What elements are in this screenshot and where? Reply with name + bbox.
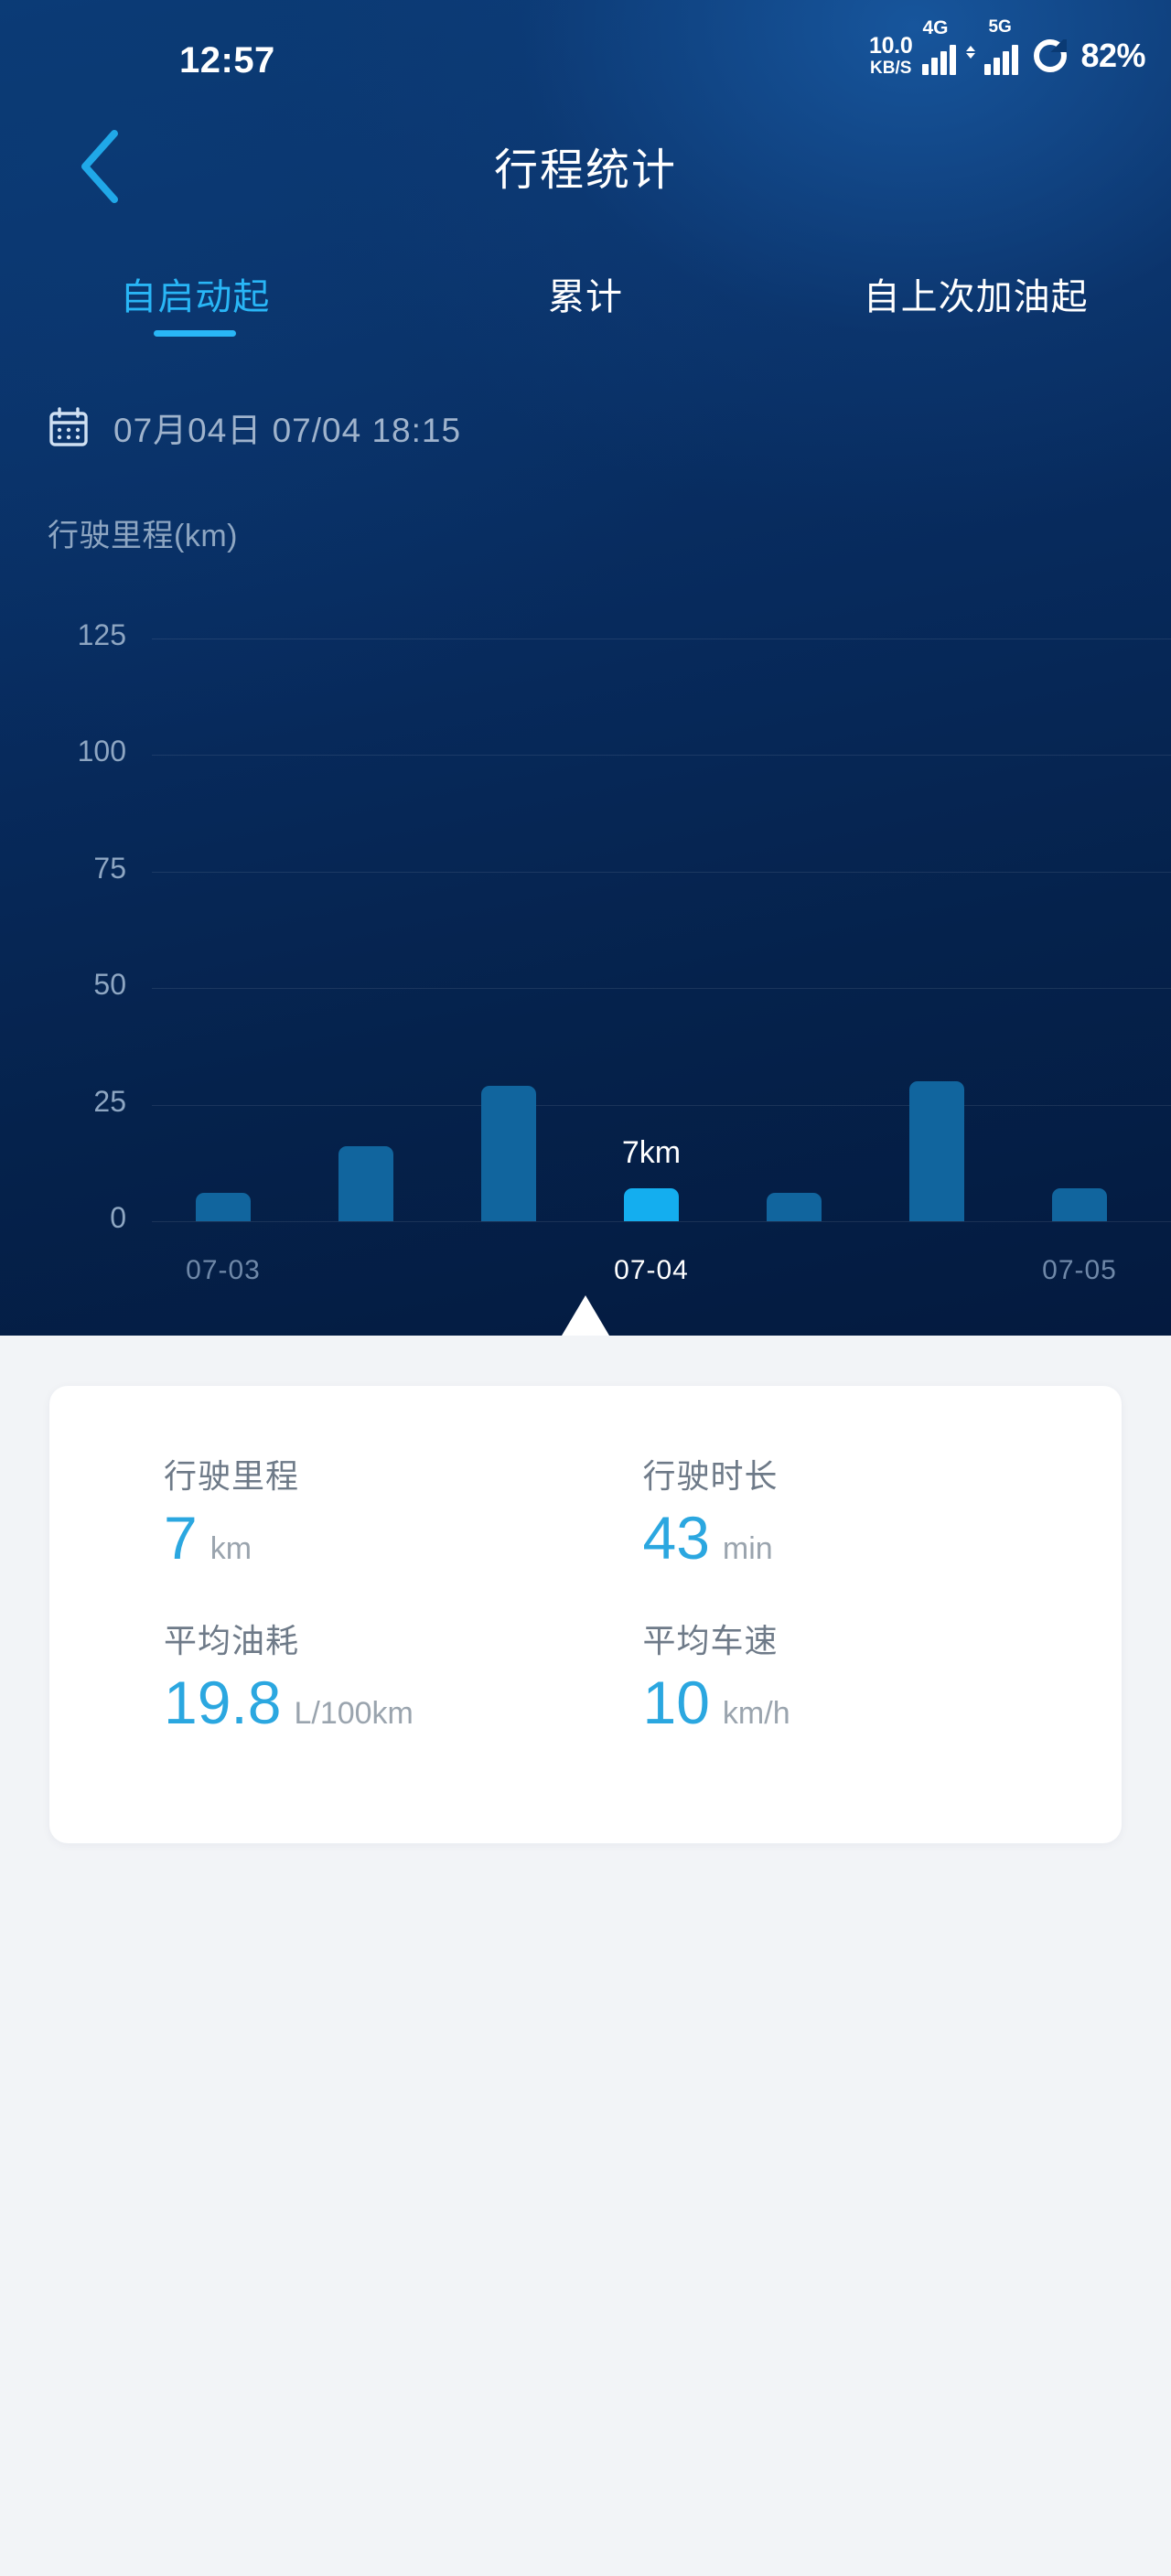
stat-item: 行驶里程 7 km	[164, 1450, 643, 1615]
date-range-label: 07月04日 07/04 18:15	[113, 412, 462, 449]
status-bar: 12:57 10.0 KB/S 4G 5G 82%	[0, 0, 1171, 102]
stat-label: 平均车速	[642, 1622, 779, 1659]
data-transfer-arrows-icon	[966, 46, 976, 59]
arrow-down-icon	[966, 53, 976, 59]
calendar-icon	[48, 406, 90, 448]
stat-value: 7	[164, 1504, 198, 1572]
status-bar-clock: 12:57	[179, 40, 275, 80]
stat-item: 平均车速 10 km/h	[643, 1615, 1123, 1779]
chart-bars-layer: 7km	[0, 585, 1171, 1221]
stat-label: 行驶时长	[642, 1457, 779, 1495]
battery-icon	[1034, 39, 1068, 72]
stat-value-row: 43 min	[642, 1504, 1123, 1572]
stat-label: 行驶里程	[164, 1457, 300, 1495]
stat-unit: min	[722, 1531, 773, 1566]
stat-value-row: 7 km	[164, 1504, 643, 1572]
tab-since-startup[interactable]: 自启动起	[0, 260, 391, 320]
tab-cumulative[interactable]: 累计	[391, 260, 781, 320]
network-speed-value: 10.0	[868, 33, 913, 59]
x-axis-tick-label: 07-04	[614, 1255, 689, 1285]
chart-bar[interactable]	[767, 1193, 822, 1221]
tab-bar: 自启动起 累计 自上次加油起	[0, 260, 1171, 360]
stat-value-row: 19.8 L/100km	[164, 1669, 643, 1736]
selected-day-pointer-icon	[562, 1295, 609, 1336]
signal-bars-icon-sim2: 5G	[984, 18, 1019, 75]
battery-percent-label: 82%	[1080, 37, 1145, 74]
chart-bar[interactable]	[1052, 1188, 1107, 1221]
chart-title: 行驶里程(km)	[48, 519, 238, 553]
chart-bar[interactable]	[624, 1188, 679, 1221]
stat-value: 19.8	[164, 1669, 282, 1736]
stat-value-row: 10 km/h	[642, 1669, 1123, 1736]
stat-unit: km	[209, 1531, 252, 1566]
selected-bar-value-label: 7km	[621, 1135, 682, 1171]
page-title: 行程统计	[493, 146, 677, 195]
network-speed-indicator: 10.0 KB/S	[868, 33, 913, 78]
tab-since-last-refuel[interactable]: 自上次加油起	[780, 260, 1171, 320]
stat-value: 10	[642, 1669, 710, 1736]
stat-unit: L/100km	[294, 1696, 414, 1731]
stat-label: 平均油耗	[164, 1622, 300, 1659]
arrow-up-icon	[966, 46, 976, 51]
stats-section: 行驶里程 7 km 行驶时长 43 min 平均油耗 19.8 L/100km 平均车速 10 km/…	[0, 1336, 1171, 2576]
gridline-rule	[152, 1221, 1171, 1222]
network-type-label-sim1: 4G	[922, 16, 949, 38]
network-speed-unit: KB/S	[870, 59, 912, 78]
stat-item: 平均油耗 19.8 L/100km	[164, 1615, 643, 1779]
mileage-bar-chart[interactable]: 0 25 50 75 100 125 7km	[0, 585, 1171, 1244]
stat-value: 43	[642, 1504, 710, 1572]
chart-gridline: 0	[0, 1201, 1171, 1234]
x-axis-tick-label: 07-03	[186, 1255, 261, 1285]
signal-bars-icon-sim1: 4G	[922, 18, 957, 75]
chart-bar[interactable]	[196, 1193, 251, 1221]
signal-strength-icon-sim2	[984, 44, 1019, 75]
navigation-bar: 行程统计	[0, 102, 1171, 231]
stat-unit: km/h	[722, 1696, 790, 1731]
x-axis-tick-label: 07-05	[1042, 1255, 1117, 1285]
stat-item: 行驶时长 43 min	[643, 1450, 1123, 1615]
signal-strength-icon-sim1	[922, 44, 957, 75]
stat-grid: 行驶里程 7 km 行驶时长 43 min 平均油耗 19.8 L/100km 平均车速 10 km/…	[49, 1386, 1122, 1843]
chart-bar[interactable]	[909, 1081, 964, 1221]
trip-summary-card: 行驶里程 7 km 行驶时长 43 min 平均油耗 19.8 L/100km 平均车速 10 km/…	[49, 1386, 1122, 1843]
date-selector-row[interactable]: 07月04日 07/04 18:15	[48, 402, 461, 452]
chart-bar[interactable]	[481, 1086, 536, 1221]
chart-bar[interactable]	[338, 1146, 393, 1221]
network-type-label-sim2: 5G	[988, 16, 1012, 37]
status-bar-indicators: 10.0 KB/S 4G 5G 82%	[868, 18, 1146, 78]
trip-stats-header-panel: 12:57 10.0 KB/S 4G 5G 82% 行程统计 自启动起 累计 自…	[0, 0, 1171, 1336]
